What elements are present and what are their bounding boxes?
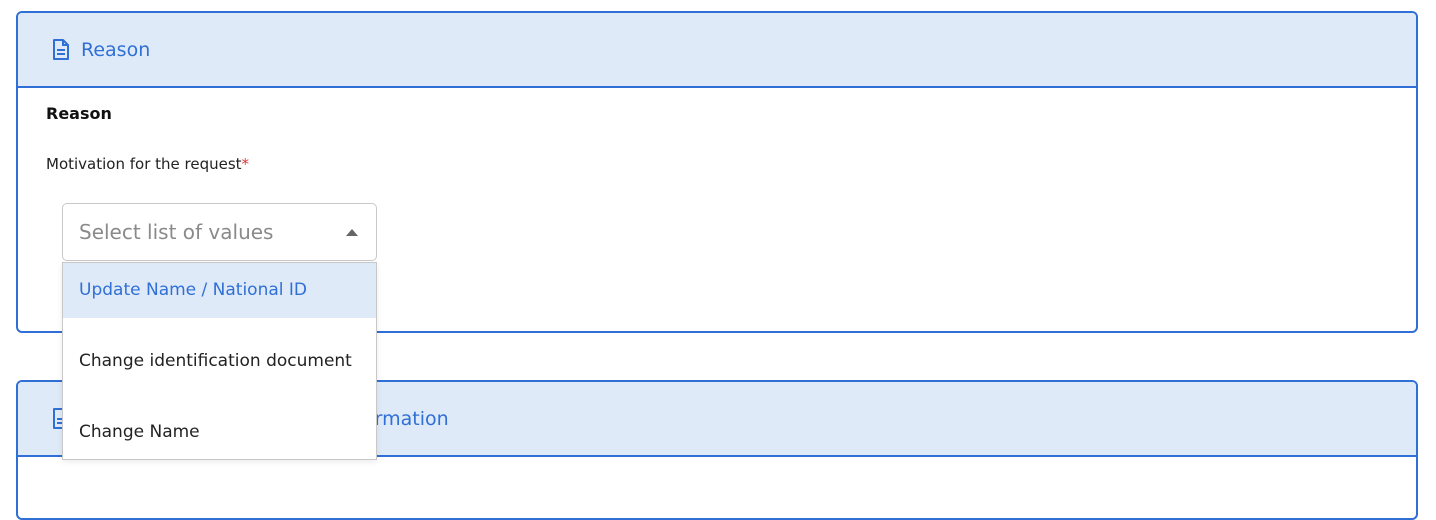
reason-card-header: Reason xyxy=(18,13,1416,88)
option-change-name[interactable]: Change Name xyxy=(63,406,376,459)
document-icon xyxy=(51,38,71,61)
option-update-name-national-id[interactable]: Update Name / National ID xyxy=(63,263,376,318)
motivation-select[interactable]: Select list of values xyxy=(62,203,377,261)
required-mark: * xyxy=(241,155,250,173)
motivation-label-text: Motivation for the request xyxy=(46,155,242,173)
select-placeholder: Select list of values xyxy=(79,220,274,244)
motivation-field-label: Motivation for the request* xyxy=(46,155,249,173)
caret-up-icon xyxy=(346,228,358,236)
motivation-dropdown: Update Name / National ID Change identif… xyxy=(62,262,377,460)
option-change-identification-document[interactable]: Change identification document xyxy=(63,318,376,406)
section-title: Reason xyxy=(46,104,112,123)
reason-card-title: Reason xyxy=(81,38,151,61)
